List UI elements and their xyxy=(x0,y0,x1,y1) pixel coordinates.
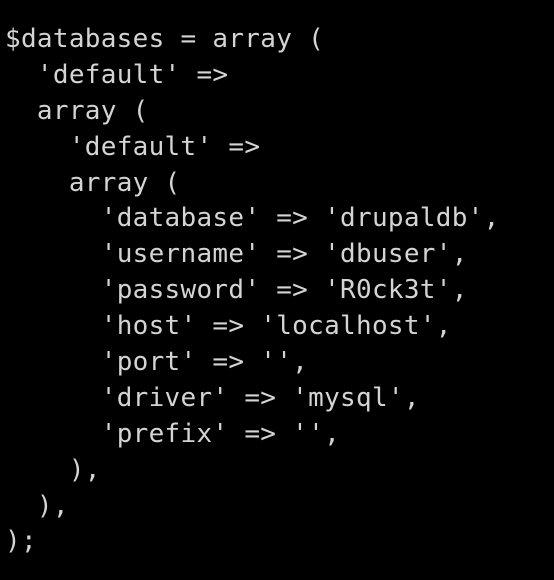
code-line-2: 'default' => xyxy=(5,58,554,94)
code-line-9: 'host' => 'localhost', xyxy=(5,309,554,345)
code-line-indent xyxy=(5,347,101,377)
code-line-indent xyxy=(5,455,69,485)
code-line-text: ); xyxy=(5,526,37,557)
code-line-text: ), xyxy=(36,490,69,521)
code-line-indent xyxy=(5,419,101,449)
code-line-14: ), xyxy=(5,489,554,525)
code-line-text: 'host' => 'localhost', xyxy=(100,311,452,342)
code-line-text: array ( xyxy=(36,95,149,126)
code-line-5: array ( xyxy=(5,166,554,202)
code-line-11: 'driver' => 'mysql', xyxy=(5,381,554,417)
code-line-text: 'username' => 'dbuser', xyxy=(100,239,468,270)
code-line-12: 'prefix' => '', xyxy=(5,417,554,453)
code-line-text: $databases = array ( xyxy=(5,24,325,54)
code-line-indent xyxy=(5,491,37,521)
code-line-text: array ( xyxy=(68,167,181,198)
code-line-indent xyxy=(5,275,101,305)
code-line-text: 'password' => 'R0ck3t', xyxy=(100,275,468,306)
code-line-15: ); xyxy=(5,524,554,560)
code-line-indent xyxy=(5,168,69,198)
code-line-indent xyxy=(5,383,101,413)
code-line-8: 'password' => 'R0ck3t', xyxy=(5,273,554,309)
code-line-indent xyxy=(5,203,101,233)
code-line-text: 'default' => xyxy=(36,59,229,90)
code-line-3: array ( xyxy=(5,94,554,130)
code-line-text: 'database' => 'drupaldb', xyxy=(100,203,500,234)
code-line-text: 'driver' => 'mysql', xyxy=(100,382,420,413)
code-line-4: 'default' => xyxy=(5,130,554,166)
code-line-6: 'database' => 'drupaldb', xyxy=(5,201,554,237)
code-line-indent xyxy=(5,96,37,126)
code-line-text: 'prefix' => '', xyxy=(100,418,341,449)
code-line-7: 'username' => 'dbuser', xyxy=(5,237,554,273)
code-line-text: 'default' => xyxy=(68,131,261,162)
code-line-indent xyxy=(5,132,69,162)
code-line-text: 'port' => '', xyxy=(100,347,309,378)
code-line-indent xyxy=(5,311,101,341)
code-line-1: $databases = array ( xyxy=(5,22,554,58)
code-line-10: 'port' => '', xyxy=(5,345,554,381)
terminal-code-view: $databases = array ( 'default' => array … xyxy=(0,0,554,580)
code-line-text: ), xyxy=(68,454,101,485)
code-line-13: ), xyxy=(5,453,554,489)
code-line-indent xyxy=(5,60,37,90)
code-line-indent xyxy=(5,239,101,269)
